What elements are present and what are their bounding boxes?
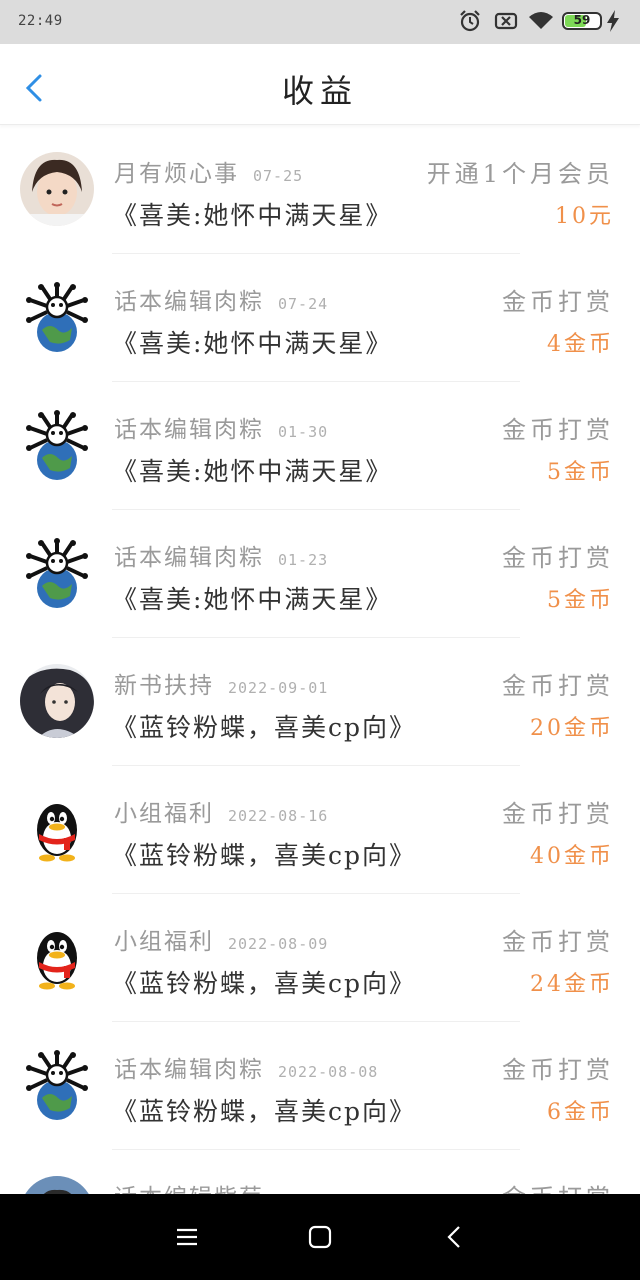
item-name: 新书扶持 (114, 673, 214, 699)
item-date: 2022-09-01 (228, 679, 329, 697)
item-date: 2022-08-08 (278, 1063, 379, 1081)
back-nav-icon (447, 1226, 460, 1248)
status-time: 22:49 (18, 13, 63, 29)
item-meta: 话本编辑紫菊2022-08-04 (114, 1178, 378, 1194)
item-name: 话本编辑肉粽 (114, 289, 264, 315)
item-amount: 6金币 (547, 1100, 614, 1125)
item-book-title: 《蓝铃粉蝶，喜美cp向》 (112, 841, 417, 870)
item-book-title: 《喜美:她怀中满天星》 (112, 585, 393, 614)
item-amount: 20金币 (530, 716, 614, 741)
battery-icon: 59 (562, 12, 602, 30)
item-name: 话本编辑肉粽 (114, 1057, 264, 1083)
home-button[interactable] (305, 1222, 335, 1252)
item-name: 话本编辑紫菊 (114, 1185, 264, 1194)
item-type: 金币打赏 (502, 544, 614, 572)
item-type: 金币打赏 (502, 288, 614, 316)
avatar (20, 280, 94, 354)
item-name: 话本编辑肉粽 (114, 545, 264, 571)
list-item[interactable]: 小组福利 2022-08-09 《蓝铃粉蝶，喜美cp向》 金币打赏 24金币 (0, 894, 640, 1022)
item-amount: 10元 (555, 204, 614, 229)
earnings-list: 月有烦心事 07-25 《喜美:她怀中满天星》 开通1个月会员 10元 话本编辑肉… (0, 126, 640, 1194)
item-type: 开通1个月会员 (426, 160, 614, 188)
charging-icon (607, 10, 619, 32)
item-amount: 24金币 (530, 972, 614, 997)
item-meta: 话本编辑肉粽 01-30 (114, 410, 328, 444)
alarm-icon (460, 10, 480, 32)
item-book-title: 《喜美:她怀中满天星》 (112, 329, 393, 358)
item-date: 01-23 (278, 551, 329, 569)
avatar (20, 664, 94, 738)
item-date: 2022-08-16 (228, 807, 329, 825)
avatar (20, 1176, 94, 1194)
status-bar: 22:49 59 (0, 0, 640, 44)
item-date: 07-25 (253, 167, 304, 185)
page-title: 收益 (281, 72, 358, 110)
home-icon (308, 1225, 332, 1249)
list-item[interactable]: 话本编辑肉粽 2022-08-08 《蓝铃粉蝶，喜美cp向》 金币打赏 6金币 (0, 1022, 640, 1150)
app-header: 收益 (0, 44, 640, 125)
back-nav-button[interactable] (440, 1222, 470, 1252)
avatar (20, 920, 94, 994)
list-item[interactable]: 话本编辑肉粽 01-23 《喜美:她怀中满天星》 金币打赏 5金币 (0, 510, 640, 638)
menu-button[interactable] (172, 1222, 202, 1252)
item-amount: 5金币 (547, 460, 614, 485)
battery-level: 59 (573, 13, 591, 27)
item-book-title: 《蓝铃粉蝶，喜美cp向》 (112, 713, 417, 742)
item-book-title: 《蓝铃粉蝶，喜美cp向》 (112, 969, 417, 998)
item-type: 金币打赏 (502, 672, 614, 700)
item-name: 月有烦心事 (114, 161, 239, 187)
avatar (20, 536, 94, 610)
item-type: 金币打赏 (502, 416, 614, 444)
item-meta: 小组福利 2022-08-16 (114, 794, 328, 828)
item-type: 金币打赏 (502, 1056, 614, 1084)
item-book-title: 《喜美:她怀中满天星》 (112, 201, 393, 230)
item-meta: 话本编辑肉粽 01-23 (114, 538, 328, 572)
item-date: 01-30 (278, 423, 329, 441)
item-name: 话本编辑肉粽 (114, 417, 264, 443)
avatar (20, 152, 94, 226)
item-date: 2022-08-09 (228, 935, 329, 953)
list-item[interactable]: 小组福利 2022-08-16 《蓝铃粉蝶，喜美cp向》 金币打赏 40金币 (0, 766, 640, 894)
menu-icon (177, 1228, 197, 1246)
item-meta: 话本编辑肉粽 07-24 (114, 282, 328, 316)
item-type: 金币打赏 (502, 1178, 614, 1194)
list-item[interactable]: 话本编辑肉粽 07-24 《喜美:她怀中满天星》 金币打赏 4金币 (0, 254, 640, 382)
wifi-icon (529, 12, 553, 29)
list-item[interactable]: 月有烦心事 07-25 《喜美:她怀中满天星》 开通1个月会员 10元 (0, 126, 640, 254)
avatar (20, 1048, 94, 1122)
item-amount: 4金币 (547, 332, 614, 357)
item-name: 小组福利 (114, 929, 214, 955)
list-item[interactable]: 话本编辑紫菊2022-08-04 金币打赏 (0, 1150, 640, 1194)
list-item[interactable]: 新书扶持 2022-09-01 《蓝铃粉蝶，喜美cp向》 金币打赏 20金币 (0, 638, 640, 766)
item-meta: 新书扶持 2022-09-01 (114, 666, 328, 700)
item-meta: 小组福利 2022-08-09 (114, 922, 328, 956)
item-date: 07-24 (278, 295, 329, 313)
item-type: 金币打赏 (502, 800, 614, 828)
list-item[interactable]: 话本编辑肉粽 01-30 《喜美:她怀中满天星》 金币打赏 5金币 (0, 382, 640, 510)
item-amount: 5金币 (547, 588, 614, 613)
status-icons: 59 (458, 9, 628, 35)
item-amount: 40金币 (530, 844, 614, 869)
item-book-title: 《蓝铃粉蝶，喜美cp向》 (112, 1097, 417, 1126)
item-meta: 话本编辑肉粽 2022-08-08 (114, 1050, 378, 1084)
item-meta: 月有烦心事 07-25 (114, 154, 303, 188)
close-box-icon (494, 12, 518, 30)
avatar (20, 792, 94, 866)
item-type: 金币打赏 (502, 928, 614, 956)
item-name: 小组福利 (114, 801, 214, 827)
avatar (20, 408, 94, 482)
item-book-title: 《喜美:她怀中满天星》 (112, 457, 393, 486)
system-nav-bar (0, 1194, 640, 1280)
